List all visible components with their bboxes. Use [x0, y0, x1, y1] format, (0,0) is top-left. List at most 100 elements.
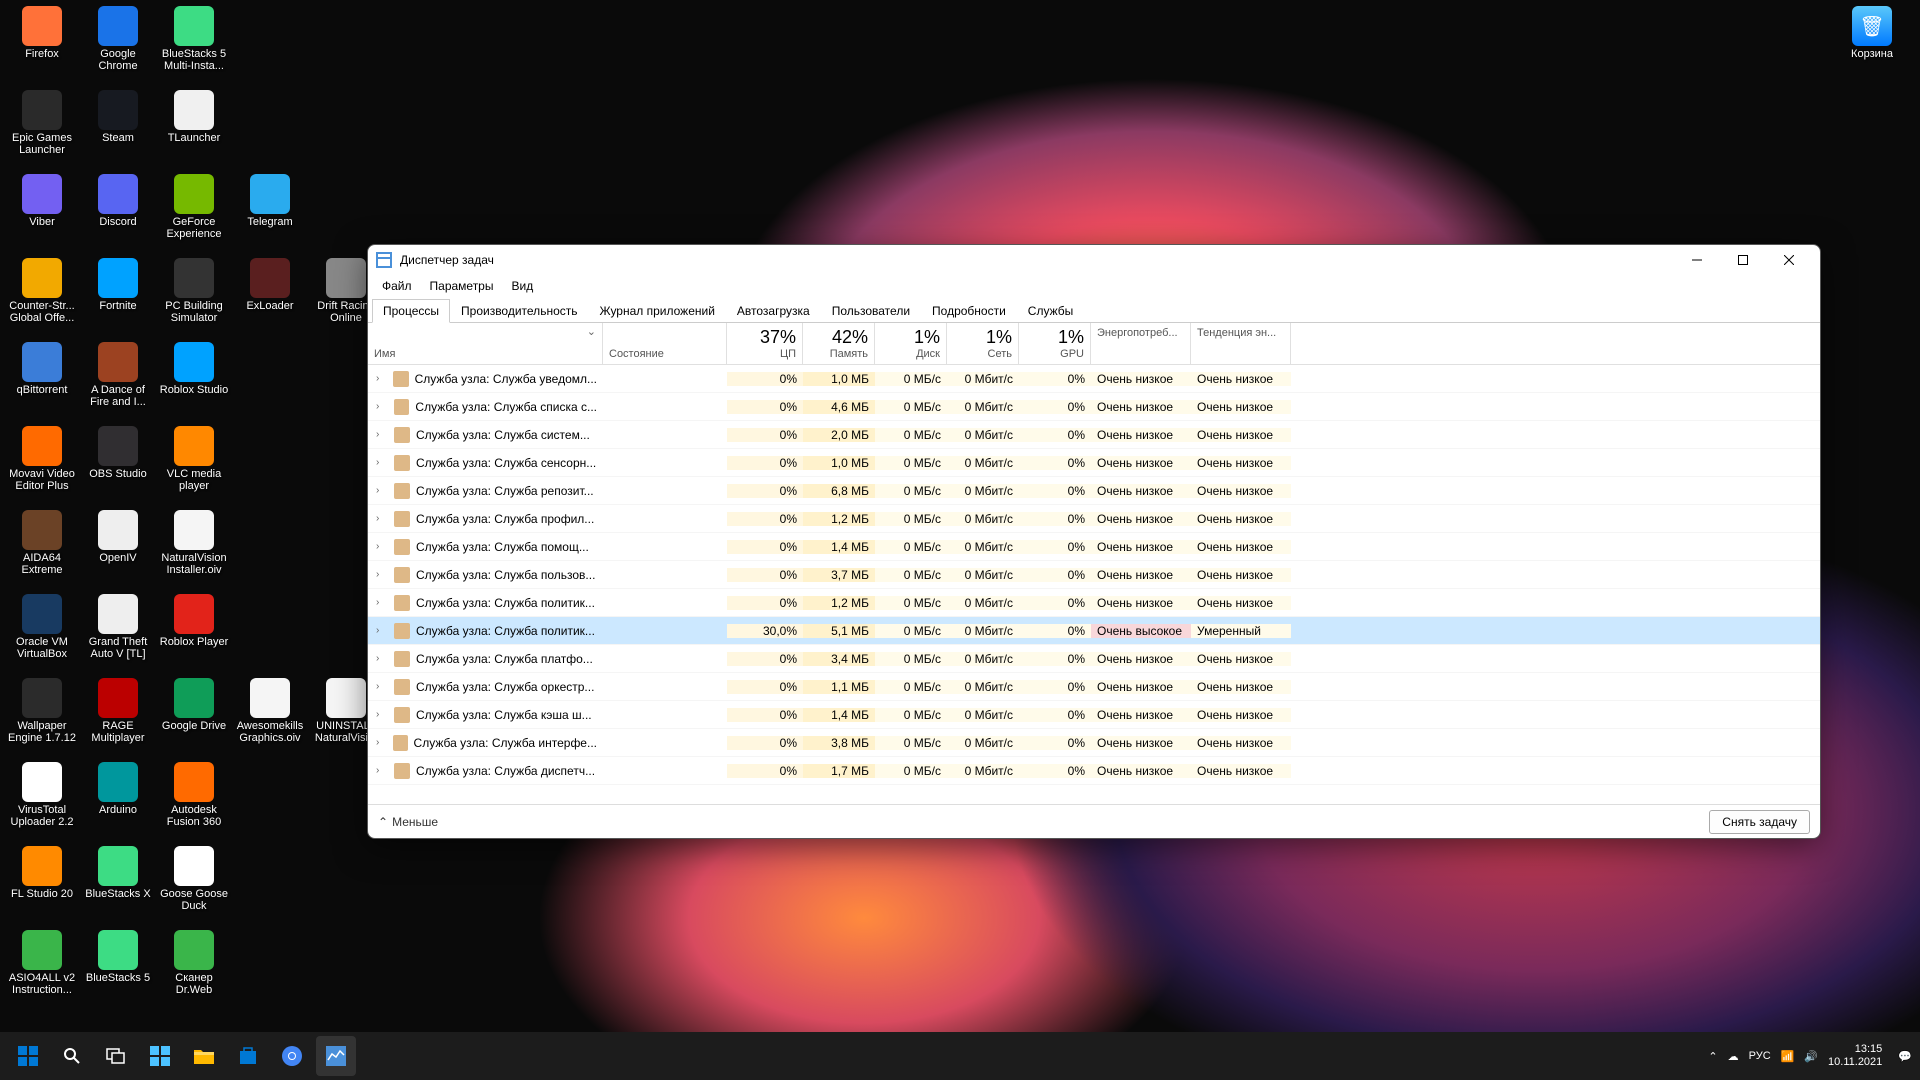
- desktop-icon[interactable]: Goose Goose Duck: [156, 844, 232, 928]
- desktop-icon[interactable]: NaturalVision Installer.oiv: [156, 508, 232, 592]
- desktop-icon[interactable]: A Dance of Fire and I...: [80, 340, 156, 424]
- desktop-icon[interactable]: Grand Theft Auto V [TL]: [80, 592, 156, 676]
- desktop-icon[interactable]: BlueStacks 5 Multi-Insta...: [156, 4, 232, 88]
- expand-icon[interactable]: ›: [376, 597, 388, 608]
- desktop-icon[interactable]: OBS Studio: [80, 424, 156, 508]
- expand-icon[interactable]: ›: [376, 485, 388, 496]
- desktop-icon[interactable]: Oracle VM VirtualBox: [4, 592, 80, 676]
- desktop-icon[interactable]: qBittorrent: [4, 340, 80, 424]
- onedrive-icon[interactable]: ☁: [1728, 1050, 1739, 1063]
- process-row[interactable]: ›Служба узла: Служба помощ...0%1,4 МБ0 М…: [368, 533, 1820, 561]
- chrome-button[interactable]: [272, 1036, 312, 1076]
- desktop-icon[interactable]: FL Studio 20: [4, 844, 80, 928]
- process-row[interactable]: ›Служба узла: Служба интерфе...0%3,8 МБ0…: [368, 729, 1820, 757]
- expand-icon[interactable]: ›: [376, 429, 388, 440]
- process-row[interactable]: ›Служба узла: Служба диспетч...0%1,7 МБ0…: [368, 757, 1820, 785]
- desktop-icon[interactable]: AIDA64 Extreme: [4, 508, 80, 592]
- fewer-details-link[interactable]: ⌃ Меньше: [378, 815, 438, 829]
- desktop-icon[interactable]: ASIO4ALL v2 Instruction...: [4, 928, 80, 1012]
- process-row[interactable]: ›Служба узла: Служба систем...0%2,0 МБ0 …: [368, 421, 1820, 449]
- expand-icon[interactable]: ›: [376, 541, 388, 552]
- menu-item[interactable]: Файл: [374, 277, 420, 295]
- col-network[interactable]: 1%Сеть: [947, 323, 1019, 364]
- task-manager-window[interactable]: Диспетчер задач ФайлПараметрыВид Процесс…: [367, 244, 1821, 839]
- wifi-icon[interactable]: 📶: [1781, 1050, 1795, 1063]
- taskbar[interactable]: ⌃ ☁ РУС 📶 🔊 13:15 10.11.2021 💬: [0, 1032, 1920, 1080]
- expand-icon[interactable]: ›: [376, 709, 388, 720]
- expand-icon[interactable]: ›: [376, 625, 388, 636]
- desktop-icon[interactable]: Autodesk Fusion 360: [156, 760, 232, 844]
- col-disk[interactable]: 1%Диск: [875, 323, 947, 364]
- process-row[interactable]: ›Служба узла: Служба платфо...0%3,4 МБ0 …: [368, 645, 1820, 673]
- desktop-icon[interactable]: Arduino: [80, 760, 156, 844]
- process-list[interactable]: ›Служба узла: Служба уведомл...0%1,0 МБ0…: [368, 365, 1820, 804]
- process-row[interactable]: ›Служба узла: Служба уведомл...0%1,0 МБ0…: [368, 365, 1820, 393]
- expand-icon[interactable]: ›: [376, 737, 387, 748]
- col-memory[interactable]: 42%Память: [803, 323, 875, 364]
- clock[interactable]: 13:15 10.11.2021: [1828, 1043, 1888, 1069]
- expand-icon[interactable]: ›: [376, 373, 387, 384]
- desktop-icon[interactable]: VirusTotal Uploader 2.2: [4, 760, 80, 844]
- notifications-icon[interactable]: 💬: [1898, 1050, 1912, 1063]
- col-name[interactable]: Имя ⌄: [368, 323, 603, 364]
- desktop-icon[interactable]: Counter-Str... Global Offe...: [4, 256, 80, 340]
- col-gpu[interactable]: 1%GPU: [1019, 323, 1091, 364]
- desktop-icon[interactable]: Roblox Player: [156, 592, 232, 676]
- maximize-button[interactable]: [1720, 245, 1766, 275]
- col-trend[interactable]: Тенденция эн...: [1191, 323, 1291, 364]
- desktop-icon[interactable]: Epic Games Launcher: [4, 88, 80, 172]
- end-task-button[interactable]: Снять задачу: [1709, 810, 1810, 834]
- desktop-icon[interactable]: BlueStacks 5: [80, 928, 156, 1012]
- desktop-icon[interactable]: Firefox: [4, 4, 80, 88]
- close-button[interactable]: [1766, 245, 1812, 275]
- process-row[interactable]: ›Служба узла: Служба оркестр...0%1,1 МБ0…: [368, 673, 1820, 701]
- expand-icon[interactable]: ›: [376, 513, 388, 524]
- process-row[interactable]: ›Служба узла: Служба пользов...0%3,7 МБ0…: [368, 561, 1820, 589]
- task-view-button[interactable]: [96, 1036, 136, 1076]
- desktop-icon[interactable]: GeForce Experience: [156, 172, 232, 256]
- file-explorer-button[interactable]: [184, 1036, 224, 1076]
- desktop-icon[interactable]: BlueStacks X: [80, 844, 156, 928]
- language-indicator[interactable]: РУС: [1749, 1050, 1771, 1062]
- tab[interactable]: Службы: [1017, 299, 1084, 323]
- col-state[interactable]: Состояние: [603, 323, 727, 364]
- desktop-icon[interactable]: Viber: [4, 172, 80, 256]
- desktop-icon[interactable]: Roblox Studio: [156, 340, 232, 424]
- tray-chevron-icon[interactable]: ⌃: [1708, 1050, 1717, 1063]
- col-cpu[interactable]: 37%ЦП: [727, 323, 803, 364]
- menu-item[interactable]: Вид: [503, 277, 541, 295]
- volume-icon[interactable]: 🔊: [1804, 1050, 1818, 1063]
- expand-icon[interactable]: ›: [376, 401, 388, 412]
- desktop-icon[interactable]: Google Chrome: [80, 4, 156, 88]
- desktop-icon[interactable]: TLauncher: [156, 88, 232, 172]
- process-row[interactable]: ›Служба узла: Служба политик...30,0%5,1 …: [368, 617, 1820, 645]
- expand-icon[interactable]: ›: [376, 457, 388, 468]
- titlebar[interactable]: Диспетчер задач: [368, 245, 1820, 275]
- search-button[interactable]: [52, 1036, 92, 1076]
- minimize-button[interactable]: [1674, 245, 1720, 275]
- process-row[interactable]: ›Служба узла: Служба сенсорн...0%1,0 МБ0…: [368, 449, 1820, 477]
- desktop-icon[interactable]: Fortnite: [80, 256, 156, 340]
- expand-icon[interactable]: ›: [376, 681, 388, 692]
- group-chevron-icon[interactable]: ⌄: [587, 325, 596, 338]
- desktop-icon[interactable]: Wallpaper Engine 1.7.12: [4, 676, 80, 760]
- desktop-icon[interactable]: Movavi Video Editor Plus: [4, 424, 80, 508]
- desktop-icon[interactable]: RAGE Multiplayer: [80, 676, 156, 760]
- menu-item[interactable]: Параметры: [422, 277, 502, 295]
- microsoft-store-button[interactable]: [228, 1036, 268, 1076]
- expand-icon[interactable]: ›: [376, 653, 388, 664]
- process-row[interactable]: ›Служба узла: Служба политик...0%1,2 МБ0…: [368, 589, 1820, 617]
- recycle-bin-icon[interactable]: 🗑 Корзина: [1834, 4, 1910, 62]
- process-row[interactable]: ›Служба узла: Служба списка с...0%4,6 МБ…: [368, 393, 1820, 421]
- process-row[interactable]: ›Служба узла: Служба профил...0%1,2 МБ0 …: [368, 505, 1820, 533]
- desktop-icon[interactable]: VLC media player: [156, 424, 232, 508]
- desktop-icon[interactable]: PC Building Simulator: [156, 256, 232, 340]
- tab[interactable]: Журнал приложений: [589, 299, 726, 323]
- process-row[interactable]: ›Служба узла: Служба репозит...0%6,8 МБ0…: [368, 477, 1820, 505]
- desktop-icon[interactable]: ExLoader: [232, 256, 308, 340]
- tab[interactable]: Автозагрузка: [726, 299, 821, 323]
- expand-icon[interactable]: ›: [376, 569, 388, 580]
- desktop-icon[interactable]: Discord: [80, 172, 156, 256]
- start-button[interactable]: [8, 1036, 48, 1076]
- desktop-icon[interactable]: Telegram: [232, 172, 308, 256]
